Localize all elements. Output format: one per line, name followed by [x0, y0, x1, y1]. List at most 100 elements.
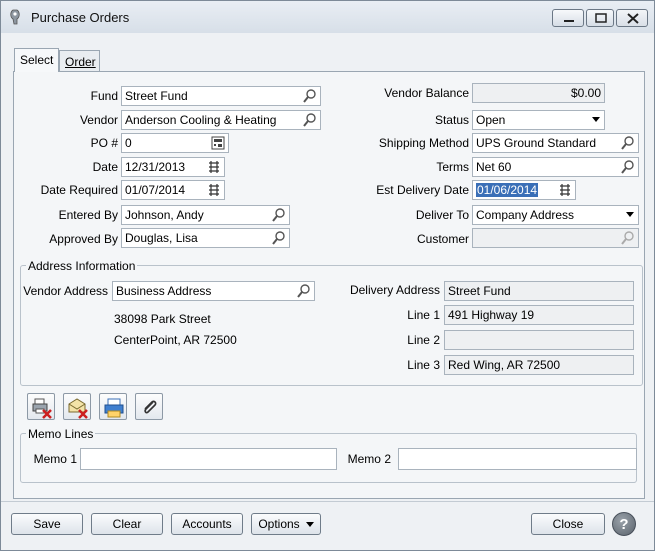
vendor-field[interactable]: Anderson Cooling & Heating [121, 110, 321, 130]
memo2-field[interactable] [398, 448, 637, 470]
shipping-method-field[interactable]: UPS Ground Standard [472, 133, 639, 153]
line3-field: Red Wing, AR 72500 [444, 355, 634, 375]
memo1-label: Memo 1 [33, 452, 77, 466]
vendor-balance-label: Vendor Balance [384, 86, 469, 100]
entered-by-field[interactable]: Johnson, Andy [121, 205, 290, 225]
terms-value: Net 60 [476, 160, 512, 174]
delete-email-icon [68, 398, 88, 419]
lookup-icon[interactable] [296, 283, 312, 299]
vendor-address-label: Vendor Address [23, 284, 108, 298]
line3-label: Line 3 [407, 358, 440, 372]
save-button-label: Save [33, 517, 61, 531]
tab-order-label: Order [65, 55, 96, 69]
customer-label: Customer [416, 232, 469, 246]
approved-by-label: Approved By [49, 232, 118, 246]
clear-button[interactable]: Clear [91, 513, 163, 535]
lookup-icon[interactable] [620, 135, 636, 151]
date-label: Date [92, 160, 118, 174]
memo-lines-title: Memo Lines [26, 427, 96, 441]
window-title: Purchase Orders [31, 10, 130, 25]
terms-field[interactable]: Net 60 [472, 157, 639, 177]
chevron-down-icon [626, 212, 634, 217]
delivery-address-value: Street Fund [448, 284, 511, 298]
lookup-icon[interactable] [620, 159, 636, 175]
calendar-icon[interactable] [206, 182, 222, 198]
calculator-icon[interactable] [210, 135, 226, 151]
deliver-to-value: Company Address [476, 208, 575, 222]
lookup-icon[interactable] [302, 112, 318, 128]
lookup-icon[interactable] [271, 230, 287, 246]
accounts-button[interactable]: Accounts [171, 513, 243, 535]
po-number-value: 0 [125, 136, 132, 150]
tab-select[interactable]: Select [14, 48, 59, 72]
date-value: 12/31/2013 [125, 160, 186, 174]
close-icon [627, 13, 639, 24]
close-button[interactable]: Close [531, 513, 605, 535]
lookup-icon[interactable] [302, 88, 318, 104]
deliver-to-label: Deliver To [415, 208, 469, 222]
help-button[interactable]: ? [612, 512, 636, 536]
attachment-button[interactable] [135, 393, 163, 420]
delete-email-button[interactable] [63, 393, 91, 420]
accounts-button-label: Accounts [182, 517, 232, 531]
date-required-label: Date Required [40, 183, 118, 197]
lookup-icon[interactable] [271, 207, 287, 223]
po-number-label: PO # [90, 136, 118, 150]
minimize-button[interactable] [552, 9, 584, 27]
terms-label: Terms [436, 160, 469, 174]
print-icon [104, 398, 124, 418]
attachment-icon [144, 400, 157, 414]
po-number-field[interactable]: 0 [121, 133, 229, 153]
line3-value: Red Wing, AR 72500 [448, 358, 561, 372]
approved-by-field[interactable]: Douglas, Lisa [121, 228, 290, 248]
status-label: Status [434, 113, 469, 127]
options-button-label: Options [258, 517, 300, 531]
app-icon [10, 9, 20, 25]
line1-value: 491 Highway 19 [448, 308, 535, 322]
calendar-icon[interactable] [206, 159, 222, 175]
date-field[interactable]: 12/31/2013 [121, 157, 225, 177]
options-button[interactable]: Options [251, 513, 321, 535]
line1-field: 491 Highway 19 [444, 305, 634, 325]
vendor-balance-value: $0.00 [570, 86, 601, 100]
address-information-title: Address Information [26, 259, 138, 273]
delivery-address-field: Street Fund [444, 281, 634, 301]
status-value: Open [476, 113, 506, 127]
calendar-icon[interactable] [557, 182, 573, 198]
lookup-icon [621, 231, 634, 245]
fund-field[interactable]: Street Fund [121, 86, 321, 106]
memo1-field[interactable] [80, 448, 337, 470]
vendor-address-value: Business Address [116, 284, 212, 298]
entered-by-label: Entered By [58, 208, 118, 222]
delete-print-button[interactable] [27, 393, 55, 420]
line2-field [444, 330, 634, 350]
delivery-address-label: Delivery Address [349, 283, 440, 297]
entered-by-value: Johnson, Andy [125, 208, 204, 222]
tab-order[interactable]: Order [59, 50, 100, 72]
delete-print-icon [32, 398, 52, 419]
help-icon: ? [619, 516, 629, 533]
clear-button-label: Clear [112, 517, 142, 531]
vendor-balance-field: $0.00 [472, 83, 605, 103]
save-button[interactable]: Save [11, 513, 83, 535]
vendor-address-field[interactable]: Business Address [112, 281, 315, 301]
date-required-field[interactable]: 01/07/2014 [121, 180, 225, 200]
fund-label: Fund [90, 89, 118, 103]
title-bar: Purchase Orders [1, 1, 654, 33]
print-button[interactable] [99, 393, 127, 420]
close-window-button[interactable] [616, 9, 648, 27]
est-delivery-date-field[interactable]: 01/06/2014 [472, 180, 576, 200]
shipping-method-label: Shipping Method [378, 136, 469, 150]
minimize-icon [564, 20, 574, 22]
approved-by-value: Douglas, Lisa [125, 231, 198, 245]
shipping-method-value: UPS Ground Standard [476, 136, 597, 150]
purchase-orders-window: Purchase Orders Select Order Fund Street… [0, 0, 655, 551]
maximize-button[interactable] [586, 9, 614, 27]
date-required-value: 01/07/2014 [125, 183, 186, 197]
line1-label: Line 1 [407, 308, 440, 322]
status-dropdown[interactable]: Open [472, 110, 605, 130]
deliver-to-dropdown[interactable]: Company Address [472, 205, 639, 225]
est-delivery-date-value: 01/06/2014 [476, 183, 539, 197]
line2-label: Line 2 [407, 333, 440, 347]
footer-divider [1, 501, 654, 502]
